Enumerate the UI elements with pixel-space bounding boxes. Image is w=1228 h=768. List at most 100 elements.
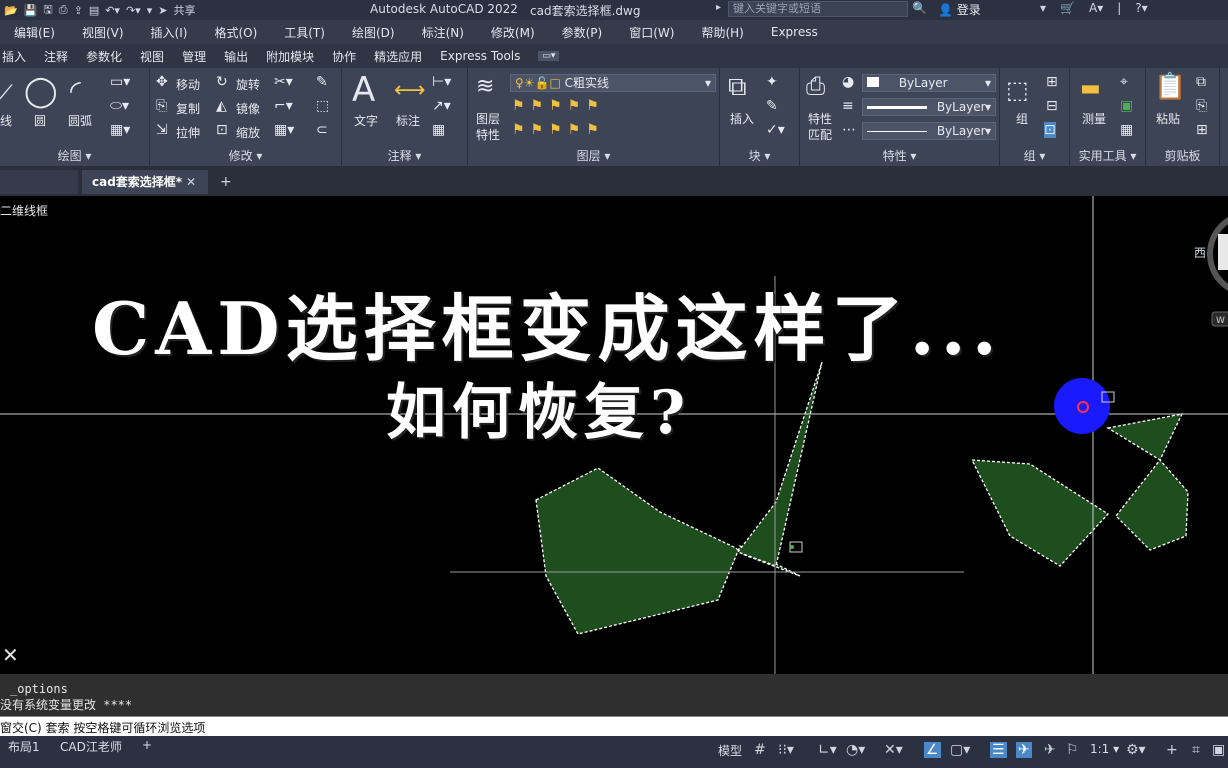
tab-featured-apps[interactable]: 精选应用 (374, 48, 422, 65)
layer-properties-icon[interactable]: ≋ (476, 74, 494, 99)
properties-panel-label[interactable]: 特性 ▾ (800, 147, 999, 164)
line-icon[interactable]: ⟋ (0, 80, 13, 108)
arc-icon[interactable]: ◜ (70, 74, 81, 107)
modify-panel-label[interactable]: 修改 ▾ (150, 147, 341, 164)
ungroup-icon[interactable]: ⊞ (1046, 74, 1058, 90)
workspace-gear-icon[interactable]: ⚙▾ (1126, 742, 1146, 758)
command-line-input[interactable]: 窗交(C) 套索 按空格键可循环浏览选项 (0, 716, 1228, 737)
plot-icon[interactable]: ▤ (89, 4, 99, 17)
customize-qat-icon[interactable]: ▾ (147, 4, 153, 17)
edit-attributes-icon[interactable]: ✓▾ (766, 122, 785, 138)
tab-express-tools[interactable]: Express Tools (440, 49, 520, 63)
quick-select-icon[interactable]: ▣ (1120, 98, 1133, 114)
publish-icon[interactable]: ⇪ (74, 4, 83, 17)
linear-dim-icon[interactable]: ⊢▾ (432, 74, 451, 90)
transparency-icon[interactable]: ⋯ (842, 122, 856, 138)
tab-addins[interactable]: 附加模块 (266, 48, 314, 65)
tab-collaborate[interactable]: 协作 (332, 48, 356, 65)
menu-edit[interactable]: 编辑(E) (14, 24, 55, 41)
id-point-icon[interactable]: ⌖ (1120, 74, 1128, 90)
lineweight-toggle-icon[interactable]: ☰ (990, 742, 1007, 758)
offset-icon[interactable]: ⊂ (316, 122, 328, 138)
text-button[interactable]: 文字 (354, 112, 378, 129)
erase-icon[interactable]: ✎ (316, 74, 328, 90)
lineweight-dropdown[interactable]: ByLayer ▾ (862, 122, 996, 140)
undo-icon[interactable]: ↶▾ (105, 4, 120, 17)
arc-button[interactable]: 圆弧 (68, 112, 92, 129)
login-button[interactable]: 👤 登录 (938, 1, 981, 18)
tab-manage[interactable]: 管理 (182, 48, 206, 65)
fillet-icon[interactable]: ⌐▾ (274, 98, 293, 114)
cart-icon[interactable]: 🛒 (1060, 1, 1075, 15)
linetype-dropdown[interactable]: ByLayer ▾ (862, 98, 996, 116)
menu-help[interactable]: 帮助(H) (701, 24, 743, 41)
menu-draw[interactable]: 绘图(D) (352, 24, 395, 41)
line-button[interactable]: 线 (0, 112, 12, 129)
paste-button[interactable]: 粘贴 (1156, 110, 1180, 127)
tab-insert[interactable]: 插入 (2, 48, 26, 65)
layer-tools-row1-icon[interactable]: ⚑⚑⚑⚑⚑ (512, 98, 605, 114)
menu-dimension[interactable]: 标注(N) (422, 24, 464, 41)
rotate-button[interactable]: 旋转 (236, 76, 260, 93)
open-icon[interactable]: 📂 (4, 4, 18, 17)
menu-view[interactable]: 视图(V) (82, 24, 124, 41)
save-icon[interactable]: 💾 (24, 4, 38, 17)
layout-tab-1[interactable]: 布局1 (8, 738, 40, 755)
scale-button[interactable]: 缩放 (236, 124, 260, 141)
copy-button[interactable]: 复制 (176, 100, 200, 117)
tab-start[interactable] (0, 170, 78, 194)
text-icon[interactable]: A (352, 70, 375, 110)
cut-icon[interactable]: ⧉ (1196, 74, 1206, 90)
model-space-button[interactable]: 模型 (718, 742, 742, 759)
print-icon[interactable]: ⎙ (59, 3, 68, 17)
groups-panel-label[interactable]: 组 ▾ (1000, 147, 1069, 164)
array-icon[interactable]: ▦▾ (274, 122, 294, 138)
menu-express[interactable]: Express (771, 25, 818, 39)
group-select-icon[interactable]: ⊡ (1044, 122, 1056, 138)
menu-insert[interactable]: 插入(I) (151, 24, 188, 41)
grid-icon[interactable]: # (754, 742, 766, 758)
trim-icon[interactable]: ✂▾ (274, 74, 293, 90)
ortho-icon[interactable]: ∟▾ (818, 742, 837, 758)
close-icon[interactable]: ✕ (186, 175, 196, 189)
insert-button[interactable]: 插入 (730, 110, 754, 127)
object-snap-tracking-icon[interactable]: ∠ (924, 742, 941, 758)
share-icon[interactable]: ➤ (158, 4, 167, 17)
match-clip-icon[interactable]: ⊞ (1196, 122, 1208, 138)
circle-icon[interactable]: ◯ (24, 74, 58, 109)
menu-window[interactable]: 窗口(W) (629, 24, 674, 41)
autodesk-a360-icon[interactable]: A▾ (1089, 1, 1103, 15)
measure-icon[interactable]: ▬ (1080, 76, 1101, 101)
dropdown-icon[interactable]: ▾ (1040, 1, 1046, 15)
layer-tools-row2-icon[interactable]: ⚑⚑⚑⚑⚑ (512, 122, 605, 138)
color-wheel-icon[interactable]: ◕ (842, 74, 854, 90)
circle-button[interactable]: 圆 (34, 112, 46, 129)
units-icon[interactable]: ⌗ (1192, 742, 1200, 758)
menu-modify[interactable]: 修改(M) (491, 24, 535, 41)
search-icon[interactable]: 🔍 (912, 1, 927, 15)
edit-block-icon[interactable]: ✎ (766, 98, 778, 114)
object-snap-icon[interactable]: ▢▾ (950, 742, 970, 758)
measure-button[interactable]: 测量 (1082, 110, 1106, 127)
match-properties-label-1[interactable]: 特性 (808, 110, 832, 127)
share-button[interactable]: 共享 (173, 2, 195, 18)
group-edit-icon[interactable]: ⊟ (1046, 98, 1058, 114)
group-button[interactable]: 组 (1016, 110, 1028, 127)
copy-clip-icon[interactable]: ⎘ (1196, 98, 1207, 114)
layer-properties-label-2[interactable]: 特性 (476, 126, 500, 143)
isolate-objects-icon[interactable]: ▣ (1212, 742, 1225, 758)
utilities-panel-label[interactable]: 实用工具 ▾ (1070, 147, 1145, 164)
new-tab-icon[interactable]: + (220, 174, 232, 190)
dimension-icon[interactable]: ⟷ (394, 78, 426, 103)
menu-parametric[interactable]: 参数(P) (562, 24, 603, 41)
current-layer-dropdown[interactable]: ♀☀🔓□ C粗实线 ▾ (510, 74, 716, 92)
ribbon-minimize-icon[interactable]: ▭▾ (538, 51, 560, 61)
group-icon[interactable]: ⬚ (1006, 76, 1029, 104)
create-block-icon[interactable]: ✦ (766, 74, 778, 90)
add-layout-icon[interactable]: + (142, 738, 152, 752)
snap-icon[interactable]: ⁝⁝▾ (778, 742, 794, 758)
color-dropdown[interactable]: ByLayer ▾ (862, 74, 996, 92)
layers-panel-label[interactable]: 图层 ▾ (468, 147, 719, 164)
layer-properties-label-1[interactable]: 图层 (476, 110, 500, 127)
tab-annotate[interactable]: 注释 (44, 48, 68, 65)
